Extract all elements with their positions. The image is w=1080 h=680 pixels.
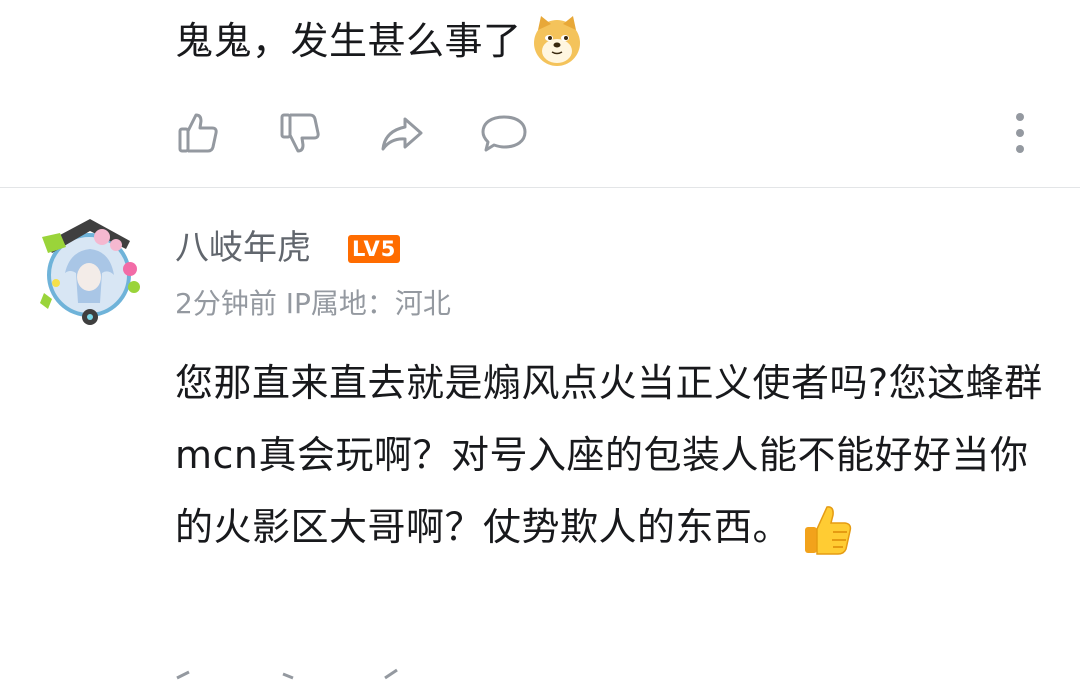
dislike-button[interactable]	[272, 105, 328, 161]
comment-action-bar	[0, 105, 1080, 165]
comment-body-text: 您那直来直去就是煽风点火当正义使者吗?您这蜂群mcn真会玩啊？对号入座的包装人能…	[175, 361, 1043, 549]
share-icon	[381, 117, 423, 151]
reply-bubble-icon	[481, 115, 527, 152]
share-button[interactable]	[374, 105, 430, 161]
like-button[interactable]	[170, 105, 226, 161]
reply-button[interactable]	[476, 105, 532, 161]
more-vertical-icon	[1016, 113, 1024, 153]
username[interactable]: 八岐年虎	[175, 224, 311, 272]
thumbs-up-icon	[178, 113, 218, 153]
thumbs-down-icon	[280, 113, 320, 153]
comment-time: 2分钟前	[175, 287, 277, 320]
ip-location: IP属地：河北	[285, 287, 451, 320]
previous-comment-body: 鬼鬼，发生甚么事了	[175, 19, 522, 63]
comment-body: 您那直来直去就是煽风点火当正义使者吗?您这蜂群mcn真会玩啊？对号入座的包装人能…	[175, 347, 1045, 563]
comment-meta: 2分钟前 IP属地：河北	[175, 282, 451, 326]
more-options-button[interactable]	[992, 105, 1048, 161]
comment-divider	[0, 187, 1080, 188]
user-avatar[interactable]	[30, 213, 148, 331]
doge-emoji-icon	[533, 16, 580, 66]
previous-comment-text: 鬼鬼，发生甚么事了	[175, 5, 1055, 77]
next-action-bar-partial	[176, 668, 398, 680]
user-level-badge: LV5	[348, 235, 401, 263]
thumbs-up-emoji-icon	[805, 505, 852, 555]
